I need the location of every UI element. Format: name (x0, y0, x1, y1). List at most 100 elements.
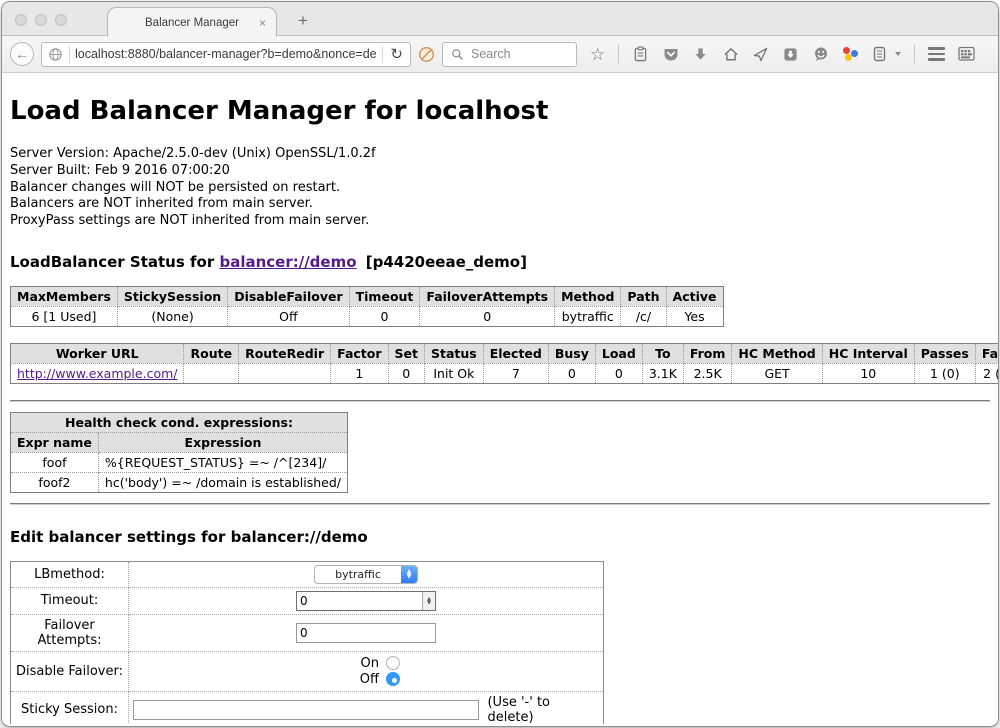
col-method: Method (555, 286, 621, 306)
close-window-button[interactable] (15, 14, 27, 26)
minimize-window-button[interactable] (35, 14, 47, 26)
col-status: Status (425, 343, 484, 363)
balancer-demo-link[interactable]: balancer://demo (219, 253, 356, 271)
cell-route (184, 363, 239, 383)
server-version-line: Server Version: Apache/2.5.0-dev (Unix) … (10, 146, 990, 163)
url-bar[interactable]: localhost:8880/balancer-manager?b=demo&n… (41, 42, 411, 67)
failover-attempts-input[interactable] (296, 623, 436, 643)
col-path: Path (621, 286, 666, 306)
col-load: Load (595, 343, 642, 363)
pocket-icon[interactable] (662, 46, 679, 63)
proxypass-note-line: ProxyPass settings are NOT inherited fro… (10, 213, 990, 230)
worker-url-link[interactable]: http://www.example.com/ (17, 366, 177, 381)
health-check-table: Health check cond. expressions: Expr nam… (10, 412, 348, 493)
balancer-status-table: MaxMembers StickySession DisableFailover… (10, 286, 724, 327)
toolbar-divider (914, 45, 915, 63)
col-expr-name: Expr name (11, 432, 99, 452)
cell-expression: %{REQUEST_STATUS} =~ /^[234]/ (98, 452, 347, 472)
tab-title: Balancer Manager (145, 17, 239, 29)
bookmark-star-icon[interactable]: ☆ (590, 46, 605, 63)
browser-window: Balancer Manager × + ← localhost:8880/ba… (2, 2, 998, 726)
reload-button[interactable]: ↻ (388, 45, 405, 63)
col-expression: Expression (98, 432, 347, 452)
back-button[interactable]: ← (10, 42, 34, 66)
cell-busy: 0 (548, 363, 595, 383)
col-hc-interval: HC Interval (822, 343, 914, 363)
cell-routeredir (239, 363, 331, 383)
apps-grid-icon[interactable] (958, 46, 975, 63)
cell-load: 0 (595, 363, 642, 383)
cell-path: /c/ (621, 306, 666, 326)
table-header-row: Health check cond. expressions: (11, 412, 348, 432)
reading-list-icon[interactable] (632, 46, 649, 63)
zoom-window-button[interactable] (55, 14, 67, 26)
cell-fails: 2 (0) (975, 363, 998, 383)
table-row: foof %{REQUEST_STATUS} =~ /^[234]/ (11, 452, 348, 472)
search-input[interactable] (471, 47, 566, 61)
sticky-session-note: (Use '-' to delete) (487, 695, 599, 724)
col-disablefailover: DisableFailover (228, 286, 349, 306)
lbmethod-select[interactable]: bytraffic ▲▼ (314, 565, 418, 584)
form-row-failover-attempts: Failover Attempts: (11, 614, 604, 651)
sticky-session-input[interactable] (133, 700, 479, 720)
toolbar-icons: ☆ (590, 45, 975, 63)
urlbar-divider (382, 46, 383, 63)
cell-method: bytraffic (555, 306, 621, 326)
content-blocked-icon[interactable] (418, 46, 435, 63)
col-failoverattempts: FailoverAttempts (420, 286, 555, 306)
failover-on-radio[interactable] (386, 656, 400, 670)
navigation-toolbar: ← localhost:8880/balancer-manager?b=demo… (2, 36, 998, 73)
select-stepper-icon: ▲▼ (401, 566, 417, 583)
col-elected: Elected (483, 343, 548, 363)
table-header-row: Worker URL Route RouteRedir Factor Set S… (11, 343, 999, 363)
lbmethod-label: LBmethod: (11, 561, 129, 587)
window-controls[interactable] (15, 14, 67, 26)
table-row: http://www.example.com/ 1 0 Init Ok 7 0 … (11, 363, 999, 383)
failover-off-radio[interactable] (386, 672, 400, 686)
cell-elected: 7 (483, 363, 548, 383)
timeout-input[interactable] (297, 592, 422, 610)
cell-active: Yes (666, 306, 723, 326)
status-heading-suffix: [p4420eeae_demo] (361, 253, 527, 271)
disable-failover-label: Disable Failover: (11, 651, 129, 691)
install-addon-icon[interactable] (782, 46, 799, 63)
share-send-icon[interactable] (752, 46, 769, 63)
search-bar[interactable] (442, 42, 577, 67)
extension-colors-icon[interactable] (842, 46, 858, 62)
form-row-lbmethod: LBmethod: bytraffic ▲▼ (11, 561, 604, 587)
col-routeredir: RouteRedir (239, 343, 331, 363)
divider (10, 503, 990, 505)
cell-status: Init Ok (425, 363, 484, 383)
col-hc-method: HC Method (732, 343, 822, 363)
tab-close-icon[interactable]: × (259, 16, 266, 30)
table-row: foof2 hc('body') =~ /domain is establish… (11, 472, 348, 492)
cell-expression: hc('body') =~ /domain is established/ (98, 472, 347, 492)
tab-balancer-manager[interactable]: Balancer Manager × (107, 7, 277, 37)
table-header-row: MaxMembers StickySession DisableFailover… (11, 286, 724, 306)
col-maxmembers: MaxMembers (11, 286, 118, 306)
form-row-sticky-session: Sticky Session: (Use '-' to delete) (11, 691, 604, 724)
persist-note-line: Balancer changes will NOT be persisted o… (10, 180, 990, 197)
failover-attempts-label: Failover Attempts: (11, 614, 129, 651)
col-passes: Passes (914, 343, 975, 363)
divider (10, 400, 990, 402)
sidebar-panel-icon[interactable] (871, 46, 888, 63)
chat-smiley-icon[interactable] (812, 46, 829, 63)
col-to: To (642, 343, 683, 363)
new-tab-button[interactable]: + (290, 11, 316, 31)
number-spinner-icon[interactable]: ▲▼ (422, 592, 435, 610)
cell-worker-url: http://www.example.com/ (11, 363, 184, 383)
form-row-timeout: Timeout: ▲▼ (11, 587, 604, 614)
health-check-title: Health check cond. expressions: (11, 412, 348, 432)
downloads-icon[interactable] (692, 46, 709, 63)
url-text[interactable]: localhost:8880/balancer-manager?b=demo&n… (75, 47, 377, 61)
on-label: On (355, 656, 379, 671)
edit-balancer-form: LBmethod: bytraffic ▲▼ Timeout: ▲▼ (10, 561, 604, 724)
menu-icon[interactable] (928, 47, 945, 61)
home-icon[interactable] (722, 46, 739, 63)
cell-expr-name: foof2 (11, 472, 99, 492)
edit-balancer-heading: Edit balancer settings for balancer://de… (10, 528, 990, 546)
cell-disablefailover: Off (228, 306, 349, 326)
cell-hc-method: GET (732, 363, 822, 383)
chevron-down-icon[interactable] (895, 52, 901, 56)
